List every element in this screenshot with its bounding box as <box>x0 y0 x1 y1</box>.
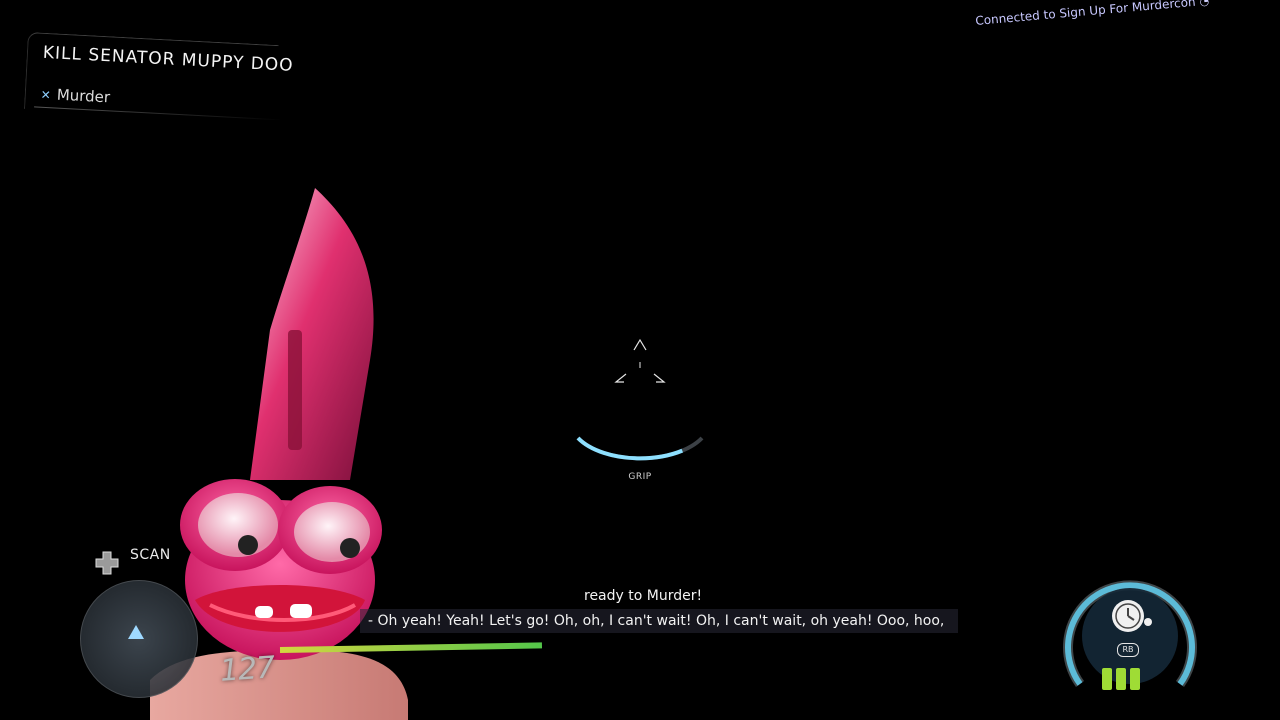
subtitle-header: ready to Murder! <box>584 588 703 604</box>
dpad-icon <box>95 551 119 575</box>
ability-charge-pip <box>1116 668 1126 690</box>
connection-text: Connected to Sign Up For Murdercon <box>974 0 1197 28</box>
health-value: 127 <box>218 650 276 689</box>
subtitle-dialogue: - Oh yeah! Yeah! Let's go! Oh, oh, I can… <box>360 609 959 633</box>
objective-panel: KILL SENATOR MUPPY DOO ✕ Murder <box>23 32 298 126</box>
wifi-icon: ◔ <box>1198 0 1210 9</box>
ability-charge-pip <box>1130 668 1140 690</box>
objective-subtitle: ✕ Murder <box>40 85 110 107</box>
crossed-knives-icon: ✕ <box>40 87 52 103</box>
grip-label: GRIP <box>628 472 652 482</box>
rb-button-hint: RB <box>1117 643 1139 657</box>
ability-charges <box>1102 668 1140 690</box>
crosshair-reticle <box>614 338 666 383</box>
player-arrow-icon <box>128 625 144 639</box>
scan-label: SCAN <box>130 547 171 563</box>
ability-charge-pip <box>1102 668 1112 690</box>
objective-subtitle-label: Murder <box>56 85 111 107</box>
minimap <box>80 580 198 698</box>
grip-meter <box>576 436 704 461</box>
connection-status: Connected to Sign Up For Murdercon ◔ <box>975 0 1210 28</box>
